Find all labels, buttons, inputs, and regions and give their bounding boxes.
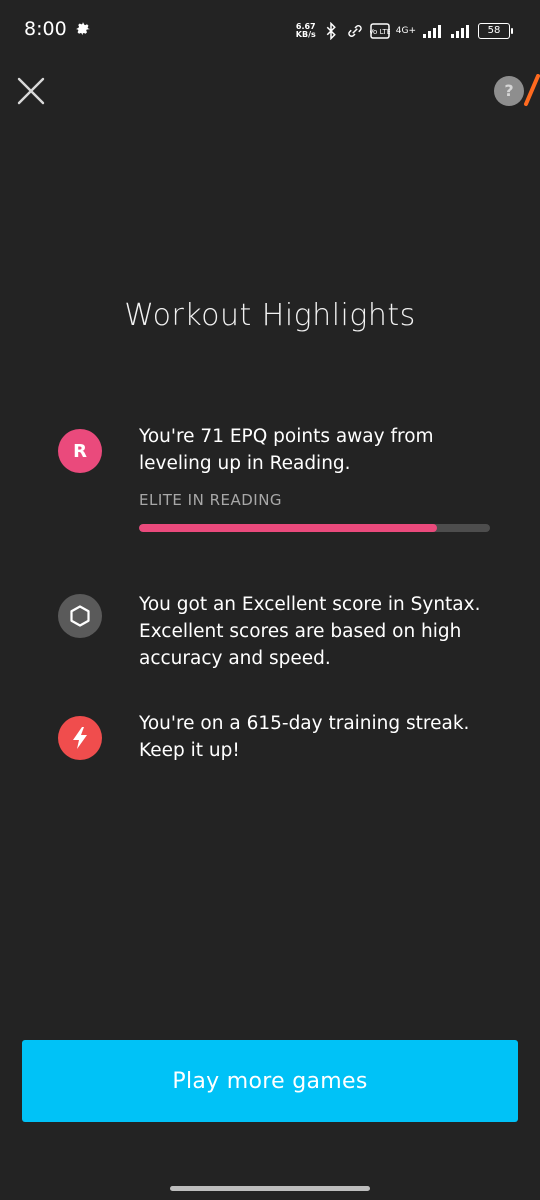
link-icon <box>347 24 362 38</box>
level-progress-fill <box>139 524 438 532</box>
close-icon[interactable] <box>16 76 46 106</box>
network-speed: 6.67 KB/s <box>296 23 316 39</box>
bluetooth-icon <box>326 22 336 40</box>
highlight-reading-text: You're 71 EPQ points away from leveling … <box>139 426 434 474</box>
battery-indicator: 58 <box>478 23 513 39</box>
level-progress-bar <box>139 524 490 532</box>
network-type-label: 4G+ <box>395 26 416 36</box>
play-more-games-button[interactable]: Play more games <box>22 1040 518 1122</box>
help-button[interactable]: ? <box>494 76 524 106</box>
status-time: 8:00 <box>24 18 67 40</box>
syntax-badge <box>58 594 102 638</box>
volte-icon: Vo LTE <box>370 23 390 39</box>
signal-strength-icon-1 <box>423 25 441 38</box>
highlight-streak: You're on a 615-day training streak. Kee… <box>58 713 498 776</box>
highlight-syntax-text: You got an Excellent score in Syntax. Ex… <box>139 594 481 669</box>
highlight-reading: R You're 71 EPQ points away from levelin… <box>58 426 498 539</box>
lightning-bolt-icon <box>73 727 87 749</box>
highlight-syntax: You got an Excellent score in Syntax. Ex… <box>58 594 498 674</box>
orange-stroke-decoration <box>524 74 540 106</box>
level-label: ELITE IN READING <box>139 491 283 509</box>
reading-badge-icon: R <box>58 429 102 473</box>
highlight-streak-text: You're on a 615-day training streak. Kee… <box>139 713 470 761</box>
status-icons: 6.67 KB/s Vo LTE 4G+ 58 <box>296 20 513 42</box>
streak-badge <box>58 716 102 760</box>
home-indicator[interactable] <box>170 1186 370 1191</box>
settings-gear-icon <box>76 22 90 36</box>
signal-strength-icon-2 <box>451 25 469 38</box>
volte-label: Vo LTE <box>370 28 390 36</box>
page-title: Workout Highlights <box>124 298 416 333</box>
hexagon-icon <box>70 605 90 627</box>
network-speed-unit: KB/s <box>295 30 316 39</box>
status-bar: 8:00 6.67 KB/s Vo LTE 4G+ 58 <box>0 0 540 62</box>
